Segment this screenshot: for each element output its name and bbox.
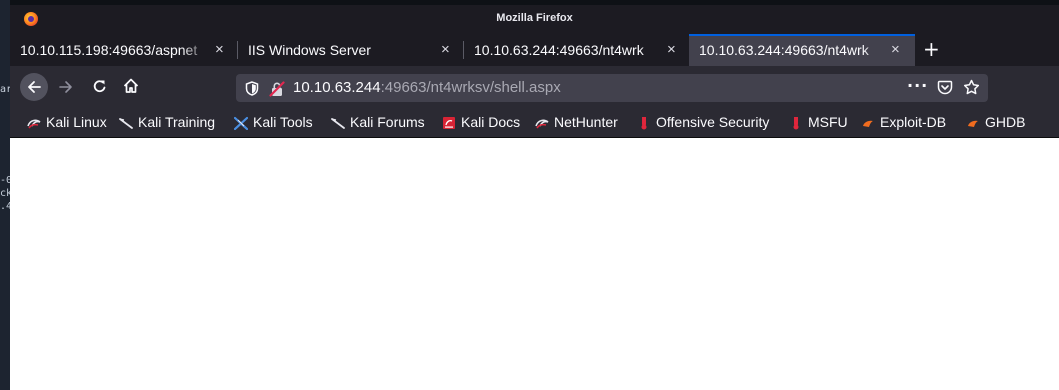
offsec-icon <box>641 117 647 130</box>
address-bar[interactable]: 10.10.63.244:49663/nt4wrksv/shell.aspx ·… <box>236 74 988 102</box>
bookmark-label: Offensive Security <box>656 114 770 130</box>
terminal-text: ck <box>0 188 10 199</box>
url-path: :49663/nt4wrksv/shell.aspx <box>380 79 561 96</box>
terminal-text: ar <box>0 84 10 95</box>
insecure-lock-icon[interactable] <box>269 81 285 97</box>
bookmark-label: Kali Tools <box>253 114 313 130</box>
msfu-icon <box>793 117 799 130</box>
pocket-icon[interactable] <box>937 80 953 95</box>
tab-close-icon[interactable]: × <box>667 41 676 58</box>
kali-forums-icon <box>331 118 345 129</box>
firefox-window: Mozilla Firefox 10.10.115.198:49663/aspn… <box>10 0 1059 390</box>
exploitdb-icon <box>863 120 873 127</box>
kali-training-icon <box>119 118 133 129</box>
bookmark-star-icon[interactable] <box>963 79 980 96</box>
navigation-toolbar: 10.10.63.244:49663/nt4wrksv/shell.aspx ·… <box>10 66 1059 107</box>
nethunter-icon <box>535 119 549 129</box>
url-text[interactable]: 10.10.63.244:49663/nt4wrksv/shell.aspx <box>293 79 561 96</box>
bookmark-label: Kali Forums <box>350 114 425 130</box>
tab-iis-windows-server[interactable]: IIS Windows Server × <box>238 34 464 66</box>
tab-strip: 10.10.115.198:49663/aspnet × IIS Windows… <box>10 34 1059 66</box>
tab-nt4wrk[interactable]: 10.10.63.244:49663/nt4wrk × <box>464 34 689 66</box>
tab-label: 10.10.63.244:49663/nt4wrk <box>474 42 644 58</box>
kali-docs-icon <box>443 117 455 129</box>
tab-close-icon[interactable]: × <box>215 41 224 58</box>
tab-label: 10.10.63.244:49663/nt4wrk <box>699 42 869 58</box>
tab-close-icon[interactable]: × <box>441 41 450 58</box>
bookmark-label: Kali Linux <box>46 114 107 130</box>
window-title: Mozilla Firefox <box>496 12 573 24</box>
bookmark-label: NetHunter <box>554 114 618 130</box>
home-icon[interactable] <box>122 77 140 95</box>
background-terminal-strip: ar -0 ck .4 <box>0 0 10 390</box>
back-button[interactable] <box>20 73 48 101</box>
back-arrow-icon <box>28 81 41 93</box>
bookmark-label: Exploit-DB <box>880 114 947 130</box>
kali-tools-icon <box>234 116 248 130</box>
bookmark-label: Kali Training <box>138 114 216 130</box>
bookmarks-toolbar: Kali Linux Kali Training Kali Tools Kali… <box>10 107 1059 138</box>
tab-close-icon[interactable]: × <box>891 41 900 58</box>
bookmark-label: MSFU <box>808 114 848 130</box>
tab-label: 10.10.115.198:49663/aspnet <box>20 42 198 58</box>
bookmark-label: GHDB <box>985 114 1026 130</box>
reload-icon[interactable] <box>91 78 108 95</box>
tab-aspnet[interactable]: 10.10.115.198:49663/aspnet × <box>10 34 238 66</box>
tab-label: IIS Windows Server <box>248 42 371 58</box>
bookmark-label: Kali Docs <box>461 114 521 130</box>
title-bar[interactable]: Mozilla Firefox <box>10 5 1059 34</box>
page-actions-menu-icon[interactable]: ··· <box>907 76 928 95</box>
new-tab-button[interactable]: + <box>923 37 940 61</box>
terminal-text: .4 <box>0 201 10 212</box>
ghdb-icon <box>968 120 978 127</box>
tracking-shield-icon[interactable] <box>245 81 259 96</box>
forward-arrow-icon[interactable] <box>58 79 74 95</box>
kali-dragon-icon <box>27 119 41 129</box>
url-host: 10.10.63.244 <box>293 79 381 96</box>
tab-shell-active[interactable]: 10.10.63.244:49663/nt4wrk × <box>689 34 915 66</box>
terminal-text: -0 <box>0 175 10 186</box>
page-content[interactable] <box>10 139 1059 390</box>
